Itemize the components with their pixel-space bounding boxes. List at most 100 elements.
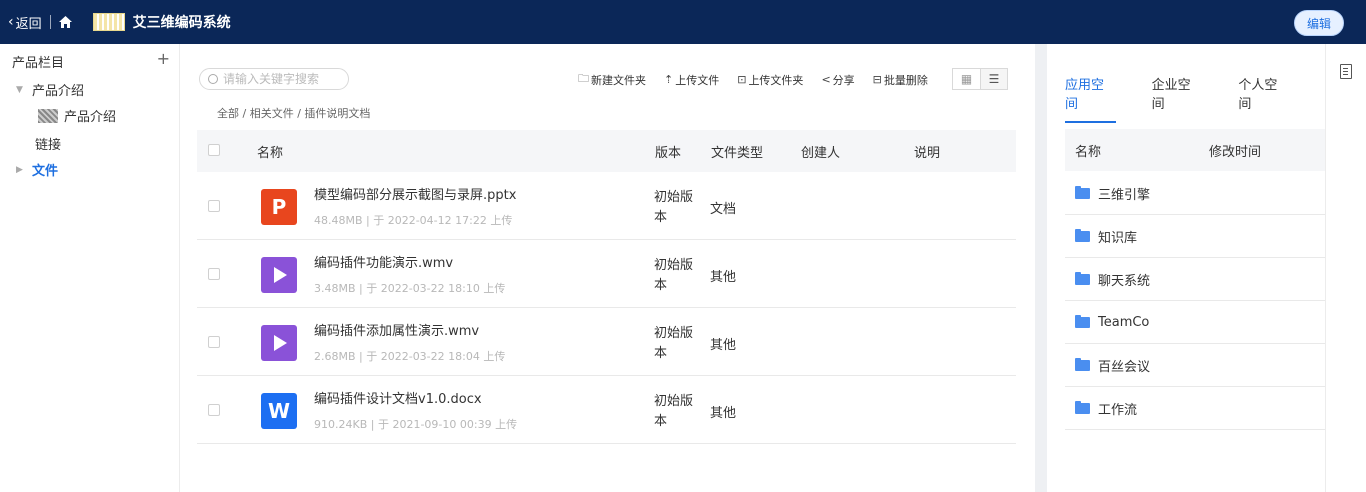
file-meta: 910.24KB | 于 2021-09-10 00:39 上传 xyxy=(314,418,518,431)
upload-folder-icon: ⊡ xyxy=(737,73,747,86)
list-view-icon[interactable]: ☰ xyxy=(980,69,1007,89)
file-type: 其他 xyxy=(710,338,737,353)
batch-delete-button[interactable]: ⊟ 批量删除 xyxy=(873,72,928,88)
sidebar-item-label: 文件 xyxy=(32,164,59,179)
table-row[interactable]: 编码插件添加属性演示.wmv 2.68MB | 于 2022-03-22 18:… xyxy=(197,308,1016,376)
share-icon: < xyxy=(821,73,831,86)
document-icon[interactable] xyxy=(1340,64,1352,79)
batch-delete-label: 批量删除 xyxy=(883,73,928,87)
folder-item[interactable]: 聊天系统 xyxy=(1065,258,1325,301)
upload-file-button[interactable]: ⇡ 上传文件 xyxy=(664,72,719,88)
folder-icon xyxy=(1075,400,1090,414)
file-table: 名称 版本 文件类型 创建人 说明 P 模型编码部分展示截图与录屏.pptx 4… xyxy=(197,130,1016,444)
folder-icon xyxy=(1075,228,1090,242)
folder-icon xyxy=(1075,271,1090,285)
file-version: 初始版本 xyxy=(654,394,694,429)
thumbnail-icon xyxy=(38,108,58,123)
folder-item[interactable]: TeamCo xyxy=(1065,301,1325,344)
column-desc: 说明 xyxy=(914,145,941,161)
file-meta: 2.68MB | 于 2022-03-22 18:04 上传 xyxy=(314,350,506,363)
tab-app-space[interactable]: 应用空间 xyxy=(1065,74,1116,123)
folder-icon xyxy=(1075,314,1090,328)
file-meta: 3.48MB | 于 2022-03-22 18:10 上传 xyxy=(314,282,506,295)
file-name[interactable]: 编码插件设计文档v1.0.docx xyxy=(314,388,482,407)
search-input[interactable] xyxy=(223,72,341,86)
caret-down-icon: ▼ xyxy=(16,84,23,95)
tab-enterprise-space[interactable]: 企业空间 xyxy=(1152,74,1203,112)
table-row[interactable]: P 模型编码部分展示截图与录屏.pptx 48.48MB | 于 2022-04… xyxy=(197,172,1016,240)
file-type: 其他 xyxy=(710,406,737,421)
file-version: 初始版本 xyxy=(654,190,694,225)
file-meta: 48.48MB | 于 2022-04-12 17:22 上传 xyxy=(314,214,513,227)
caret-right-icon: ▶ xyxy=(16,164,23,175)
space-tabs: 应用空间 企业空间 个人空间 xyxy=(1065,74,1325,123)
file-type: 文档 xyxy=(710,202,737,217)
folder-name: 工作流 xyxy=(1098,402,1138,418)
back-button[interactable]: ‹ 返回 xyxy=(0,13,42,32)
folder-icon xyxy=(1075,185,1090,199)
space-panel: 应用空间 企业空间 个人空间 名称 修改时间 三维引擎 知识库 聊天系统 Tea… xyxy=(1047,44,1325,492)
folder-table-header: 名称 修改时间 xyxy=(1065,129,1325,171)
upload-folder-label: 上传文件夹 xyxy=(748,73,804,87)
folder-item[interactable]: 三维引擎 xyxy=(1065,172,1325,215)
batch-delete-icon: ⊟ xyxy=(872,73,882,86)
column-version: 版本 xyxy=(655,145,682,161)
sidebar-item-label: 产品介绍 xyxy=(32,84,85,99)
folder-name: 百丝会议 xyxy=(1098,359,1151,375)
share-label: 分享 xyxy=(832,73,855,87)
top-bar: ‹ 返回 艾三维编码系统 编辑 xyxy=(0,0,1366,44)
table-header: 名称 版本 文件类型 创建人 说明 xyxy=(197,130,1016,172)
search-box[interactable] xyxy=(199,68,349,90)
column-name: 名称 xyxy=(257,145,284,161)
back-label: 返回 xyxy=(15,16,42,32)
folder-name: 三维引擎 xyxy=(1098,187,1151,203)
main-content: 🗀 新建文件夹 ⇡ 上传文件 ⊡ 上传文件夹 < 分享 ⊟ 批量删除 ▦ ☰ 全… xyxy=(181,44,1031,492)
sidebar-item-product-intro[interactable]: ▼ 产品介绍 xyxy=(16,80,84,99)
new-folder-button[interactable]: 🗀 新建文件夹 xyxy=(578,70,646,89)
sidebar-title: 产品栏目 xyxy=(12,56,65,71)
column-modified: 修改时间 xyxy=(1209,145,1262,160)
folder-name: 知识库 xyxy=(1098,230,1138,246)
word-file-icon: W xyxy=(261,393,297,429)
sidebar-item-links[interactable]: 链接 xyxy=(35,134,61,153)
table-row[interactable]: W 编码插件设计文档v1.0.docx 910.24KB | 于 2021-09… xyxy=(197,376,1016,444)
play-icon xyxy=(274,335,287,351)
video-file-icon xyxy=(261,257,297,293)
home-icon[interactable] xyxy=(59,15,73,29)
grid-view-icon[interactable]: ▦ xyxy=(953,69,980,89)
column-name: 名称 xyxy=(1075,145,1102,160)
search-icon xyxy=(208,74,218,84)
sidebar-item-product-intro-sub[interactable]: 产品介绍 xyxy=(38,106,116,125)
file-name[interactable]: 编码插件功能演示.wmv xyxy=(314,252,453,271)
row-checkbox[interactable] xyxy=(208,404,220,416)
edit-button[interactable]: 编辑 xyxy=(1294,10,1344,36)
select-all-checkbox[interactable] xyxy=(208,144,220,156)
folder-item[interactable]: 知识库 xyxy=(1065,215,1325,258)
upload-folder-button[interactable]: ⊡ 上传文件夹 xyxy=(737,72,803,88)
table-row[interactable]: 编码插件功能演示.wmv 3.48MB | 于 2022-03-22 18:10… xyxy=(197,240,1016,308)
breadcrumb: 全部 / 相关文件 / 插件说明文档 xyxy=(217,107,371,120)
share-button[interactable]: < 分享 xyxy=(821,72,854,88)
column-creator: 创建人 xyxy=(801,145,841,161)
column-type: 文件类型 xyxy=(711,145,764,161)
upload-icon: ⇡ xyxy=(664,73,674,86)
folder-item[interactable]: 工作流 xyxy=(1065,387,1325,430)
sidebar-item-files[interactable]: ▶ 文件 xyxy=(16,160,58,179)
tab-personal-space[interactable]: 个人空间 xyxy=(1238,74,1289,112)
view-toggle: ▦ ☰ xyxy=(952,68,1008,90)
folder-icon: 🗀 xyxy=(578,72,589,85)
add-column-button[interactable]: + xyxy=(157,51,170,71)
toolbar: 🗀 新建文件夹 ⇡ 上传文件 ⊡ 上传文件夹 < 分享 ⊟ 批量删除 xyxy=(578,70,946,89)
play-icon xyxy=(274,267,287,283)
row-checkbox[interactable] xyxy=(208,200,220,212)
row-checkbox[interactable] xyxy=(208,268,220,280)
folder-item[interactable]: 百丝会议 xyxy=(1065,344,1325,387)
file-name[interactable]: 编码插件添加属性演示.wmv xyxy=(314,320,479,339)
divider xyxy=(49,15,51,29)
sidebar-item-label: 链接 xyxy=(35,138,62,153)
upload-file-label: 上传文件 xyxy=(675,73,720,87)
file-version: 初始版本 xyxy=(654,326,694,361)
sidebar-item-label: 产品介绍 xyxy=(64,110,117,125)
file-name[interactable]: 模型编码部分展示截图与录屏.pptx xyxy=(314,184,516,203)
row-checkbox[interactable] xyxy=(208,336,220,348)
